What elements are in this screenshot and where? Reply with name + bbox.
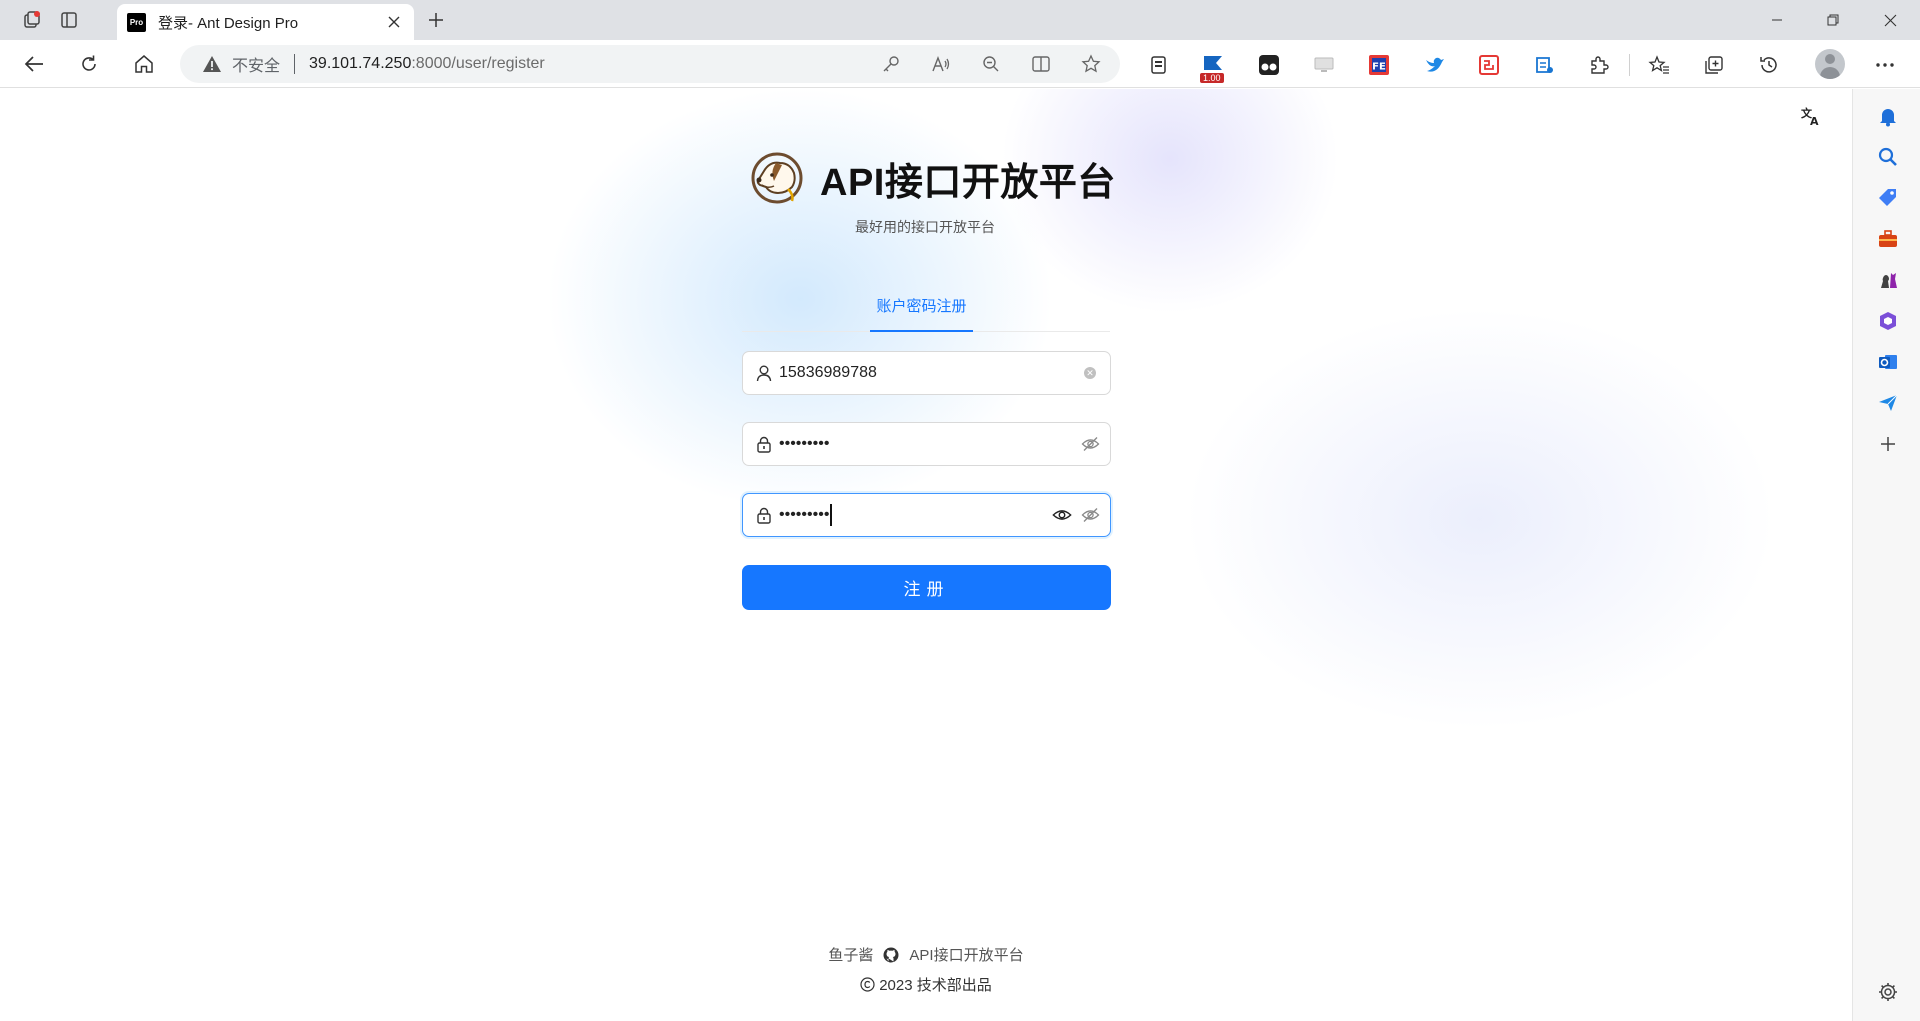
key-icon[interactable]	[876, 49, 906, 79]
eye-invisible-icon[interactable]	[1080, 505, 1100, 525]
footer-copyright: 2023 技术部出品	[0, 974, 1852, 995]
footer-author-link[interactable]: 鱼子酱	[828, 944, 873, 965]
settings-gear-icon[interactable]	[1874, 978, 1902, 1006]
password-input[interactable]: •••••••••	[779, 435, 1072, 453]
eye-icon[interactable]	[1052, 505, 1072, 525]
more-menu-icon[interactable]	[1870, 50, 1900, 80]
text-caret	[830, 504, 832, 526]
clear-icon[interactable]: ✕	[1080, 363, 1100, 383]
lock-icon	[755, 506, 773, 524]
tampermonkey-ext-icon[interactable]	[1254, 50, 1284, 80]
copyright-icon	[860, 977, 875, 992]
url-host: 39.101.74.250	[309, 55, 412, 72]
address-bar[interactable]: 不安全 39.101.74.250 :8000/user/register	[180, 45, 1120, 83]
tab-title: 登录- Ant Design Pro	[158, 14, 299, 32]
screen-ext-icon[interactable]	[1309, 50, 1339, 80]
dog-logo-icon	[748, 149, 806, 207]
read-aloud-icon[interactable]	[926, 49, 956, 79]
home-icon[interactable]	[127, 48, 161, 80]
toolbar-divider	[1629, 54, 1630, 76]
extensions-puzzle-icon[interactable]	[1584, 50, 1614, 80]
search-icon[interactable]	[1874, 143, 1902, 171]
insecure-label: 不安全	[232, 58, 281, 75]
restore-icon[interactable]	[1805, 0, 1861, 40]
app-title: API接口开放平台	[820, 161, 1116, 204]
collections-icon[interactable]	[1699, 50, 1729, 80]
favorites-icon[interactable]	[1644, 50, 1674, 80]
browser-tab-strip: Pro 登录- Ant Design Pro	[0, 0, 1920, 40]
footer-links: 鱼子酱 API接口开放平台	[0, 944, 1852, 965]
blue-doc-ext-icon[interactable]	[1529, 50, 1559, 80]
extension-badge: 1.00	[1200, 73, 1224, 83]
confirm-password-field[interactable]: •••••••••	[742, 493, 1111, 537]
tab-favicon: Pro	[127, 12, 146, 32]
register-button[interactable]: 注册	[742, 565, 1111, 610]
favorite-star-icon[interactable]	[1076, 49, 1106, 79]
account-field[interactable]: ✕	[742, 351, 1111, 395]
tab-account-register[interactable]: 账户密码注册	[870, 296, 973, 332]
github-icon[interactable]	[883, 947, 899, 963]
outlook-icon[interactable]	[1874, 348, 1902, 376]
eye-invisible-icon[interactable]	[1080, 434, 1100, 454]
collections-ext-icon[interactable]	[1144, 50, 1174, 80]
games-chess-icon[interactable]	[1874, 266, 1902, 294]
active-tab[interactable]: Pro 登录- Ant Design Pro	[117, 4, 414, 40]
lock-icon	[755, 435, 773, 453]
history-icon[interactable]	[1754, 50, 1784, 80]
zoom-out-icon[interactable]	[976, 49, 1006, 79]
footer-project-link[interactable]: API接口开放平台	[909, 944, 1023, 965]
workspaces-icon[interactable]	[16, 6, 48, 34]
profile-avatar[interactable]	[1815, 49, 1845, 79]
account-input[interactable]	[779, 364, 1072, 382]
close-icon[interactable]	[384, 12, 404, 32]
vertical-tabs-icon[interactable]	[53, 6, 85, 34]
brand-header: API接口开放平台	[748, 149, 1116, 207]
fe-ext-icon[interactable]: FE	[1364, 50, 1394, 80]
translate-icon[interactable]: 文A	[1798, 103, 1824, 129]
address-divider	[294, 54, 296, 74]
svg-text:FE: FE	[1372, 62, 1386, 73]
split-screen-icon[interactable]	[1026, 49, 1056, 79]
minimize-icon[interactable]	[1749, 0, 1805, 40]
url-path: :8000/user/register	[411, 55, 545, 72]
bird-ext-icon[interactable]	[1419, 50, 1449, 80]
toolbox-icon[interactable]	[1874, 225, 1902, 253]
add-plus-icon[interactable]	[1874, 430, 1902, 458]
svg-text:A: A	[1810, 115, 1819, 127]
edge-sidebar	[1852, 89, 1920, 1021]
back-arrow-icon[interactable]	[17, 48, 51, 80]
password-field[interactable]: •••••••••	[742, 422, 1111, 466]
confirm-password-input[interactable]: •••••••••	[779, 506, 829, 524]
refresh-icon[interactable]	[72, 48, 106, 80]
red-square-ext-icon[interactable]	[1474, 50, 1504, 80]
app-subtitle: 最好用的接口开放平台	[855, 219, 995, 235]
warning-icon[interactable]	[202, 54, 222, 74]
window-close-icon[interactable]	[1862, 0, 1918, 40]
shopping-tag-icon[interactable]	[1874, 184, 1902, 212]
flag-ext-icon[interactable]: 1.00	[1199, 50, 1229, 83]
office-icon[interactable]	[1874, 307, 1902, 335]
user-icon	[755, 364, 773, 382]
send-plane-icon[interactable]	[1874, 389, 1902, 417]
new-tab-plus-icon[interactable]	[420, 6, 452, 34]
register-page: 文A API接口开放平台 最好用的接口开放平台 账户密码注册 ✕	[0, 89, 1852, 1021]
browser-toolbar: 不安全 39.101.74.250 :8000/user/register 1.…	[0, 40, 1920, 88]
copyright-text: 2023 技术部出品	[879, 977, 992, 994]
bell-icon[interactable]	[1874, 102, 1902, 130]
